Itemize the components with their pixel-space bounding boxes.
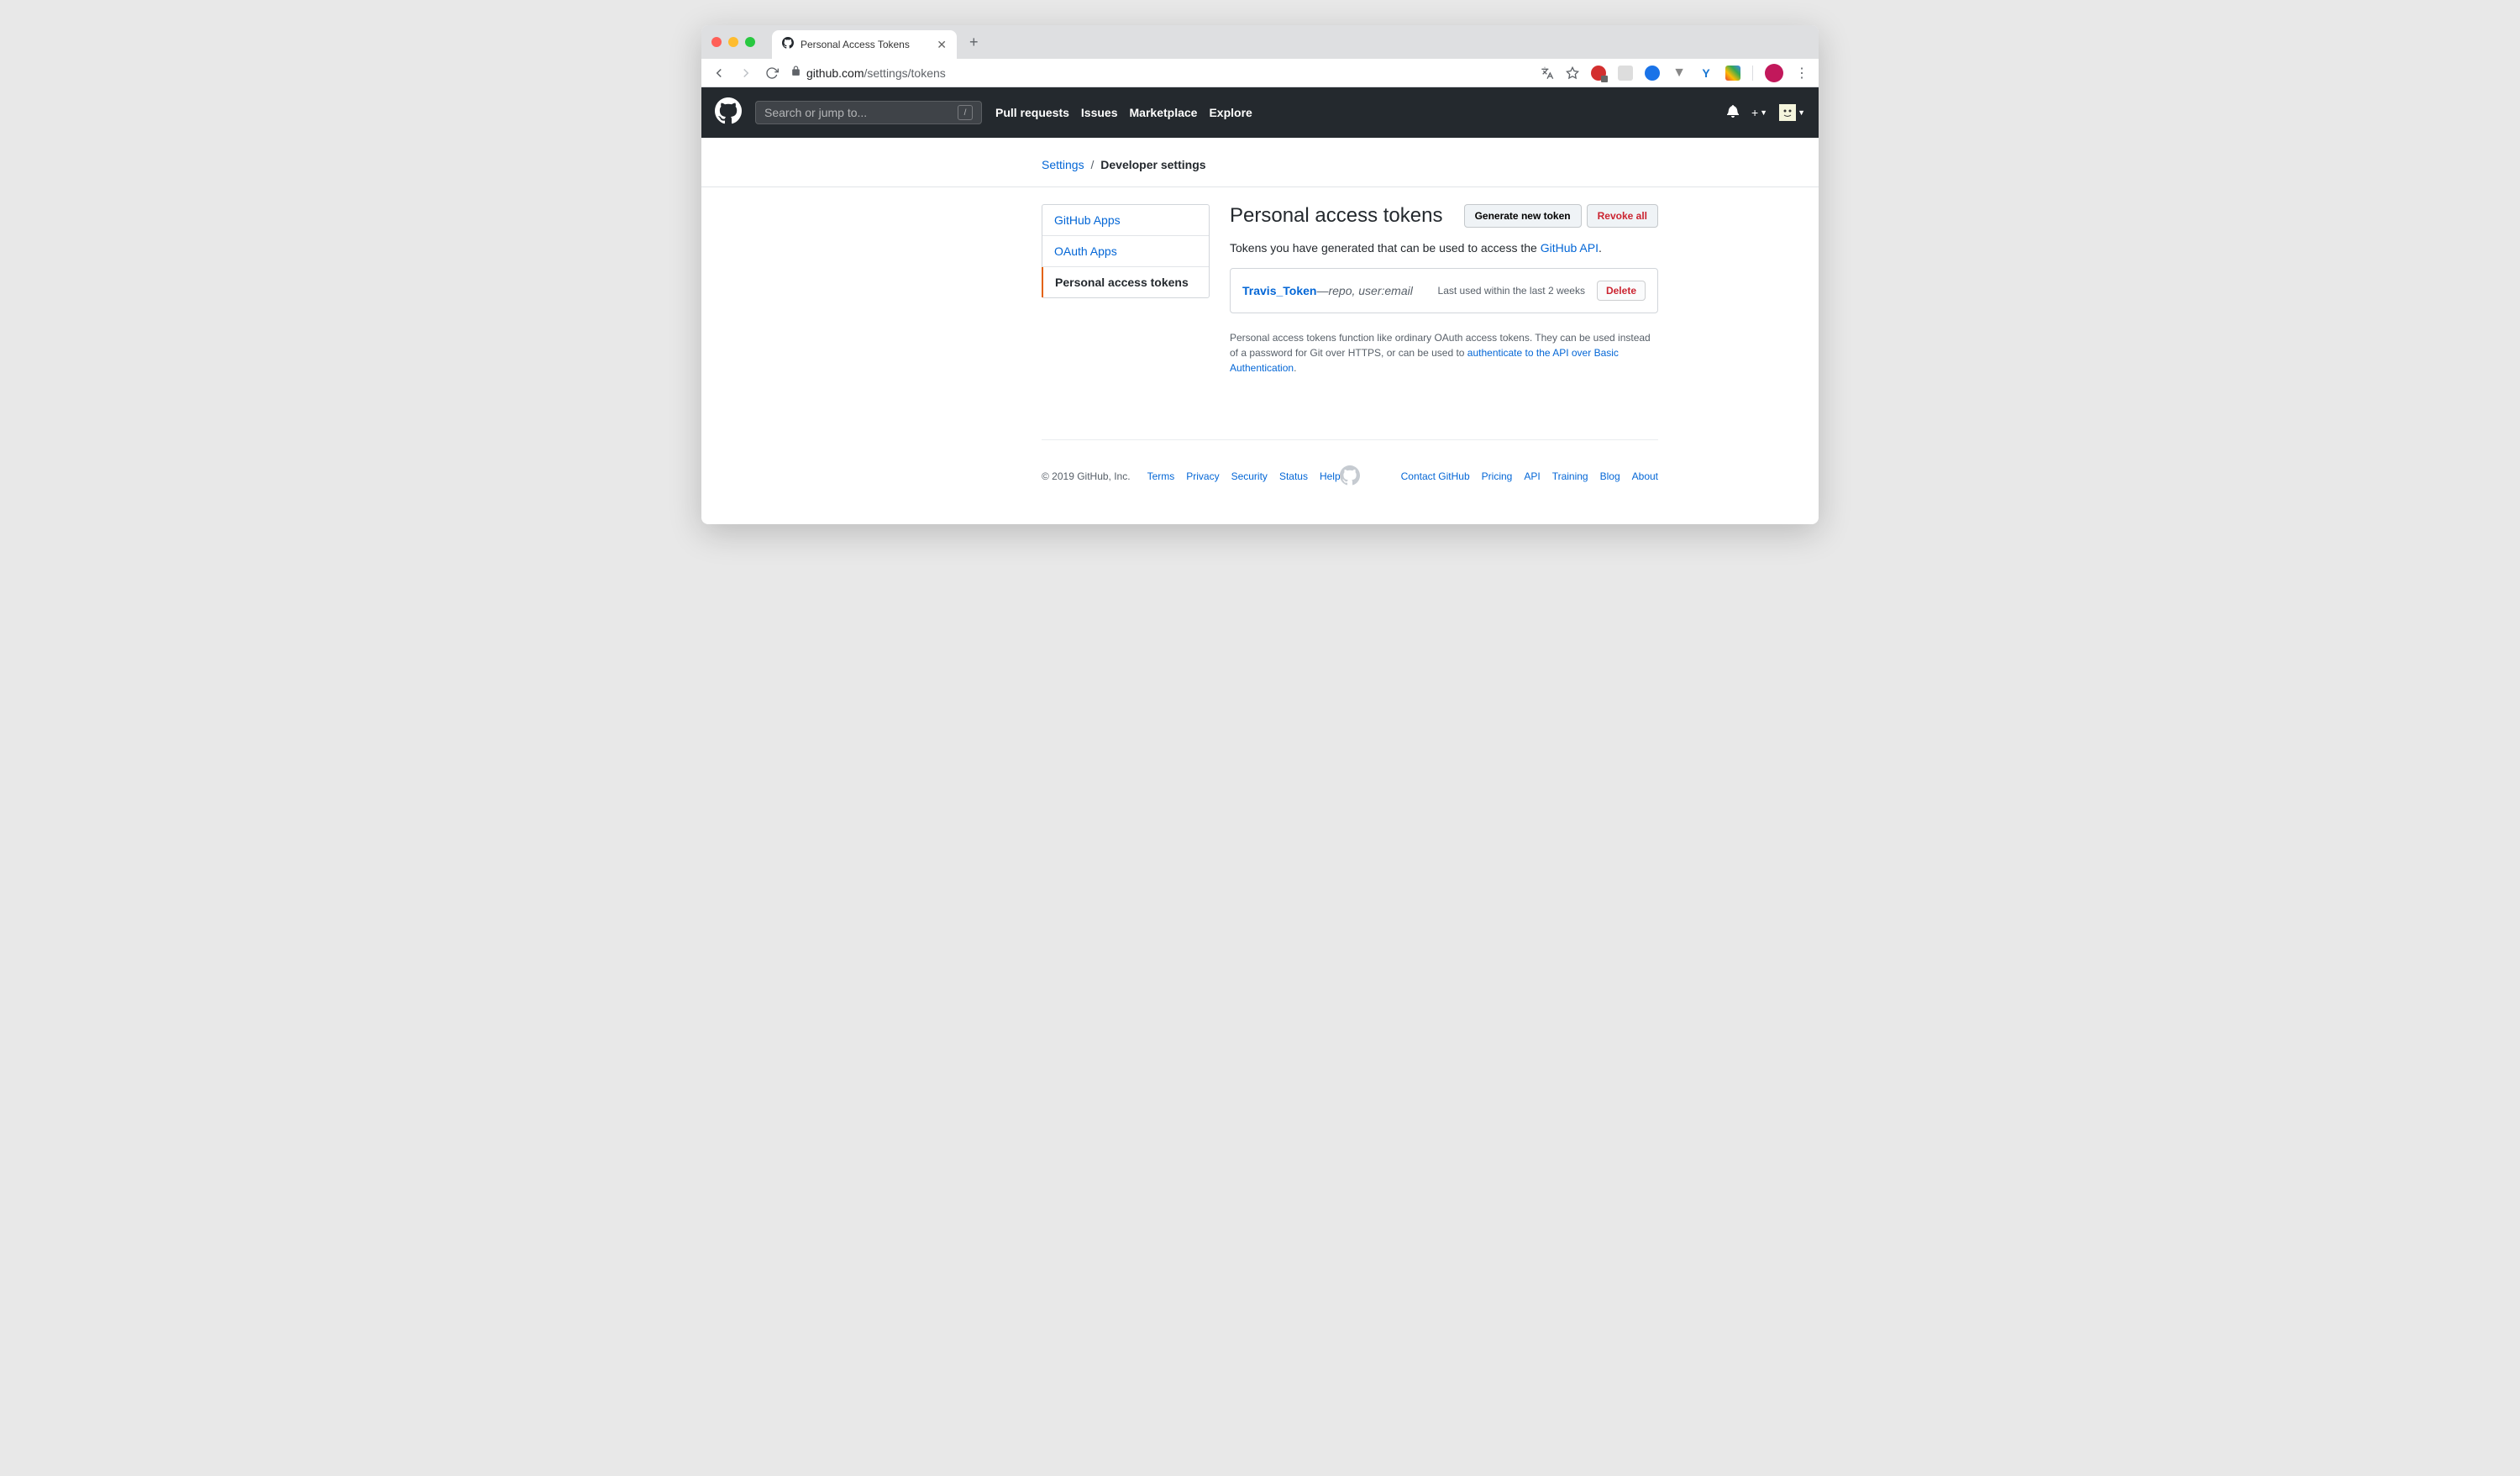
search-slash-hint: / bbox=[958, 105, 973, 120]
help-text-part2: . bbox=[1294, 362, 1296, 374]
breadcrumb: Settings / Developer settings bbox=[848, 138, 1672, 171]
extension-4[interactable]: ▼ bbox=[1672, 66, 1687, 81]
footer-terms[interactable]: Terms bbox=[1147, 470, 1175, 482]
browser-tab[interactable]: Personal Access Tokens ✕ bbox=[772, 30, 957, 59]
back-button[interactable] bbox=[711, 66, 727, 81]
user-menu[interactable]: ▼ bbox=[1779, 104, 1805, 121]
extension-6[interactable] bbox=[1725, 66, 1740, 81]
breadcrumb-settings[interactable]: Settings bbox=[1042, 158, 1084, 171]
nav-explore[interactable]: Explore bbox=[1209, 106, 1252, 119]
token-last-used: Last used within the last 2 weeks bbox=[1438, 285, 1585, 297]
token-name-link[interactable]: Travis_Token bbox=[1242, 284, 1316, 297]
page-title: Personal access tokens bbox=[1230, 204, 1464, 228]
token-dash: — bbox=[1316, 284, 1328, 297]
window-minimize[interactable] bbox=[728, 37, 738, 47]
nav-pull-requests[interactable]: Pull requests bbox=[995, 106, 1069, 119]
tab-title: Personal Access Tokens bbox=[801, 39, 930, 50]
sidebar-item-github-apps[interactable]: GitHub Apps bbox=[1042, 205, 1209, 236]
window-close[interactable] bbox=[711, 37, 722, 47]
sidebar-item-personal-access-tokens[interactable]: Personal access tokens bbox=[1042, 267, 1209, 297]
footer-training[interactable]: Training bbox=[1552, 470, 1588, 482]
footer-pricing[interactable]: Pricing bbox=[1482, 470, 1513, 482]
user-avatar bbox=[1779, 104, 1796, 121]
token-row: Travis_Token — repo, user:email Last use… bbox=[1230, 268, 1658, 313]
star-icon[interactable] bbox=[1566, 66, 1579, 80]
github-logo-icon[interactable] bbox=[715, 97, 742, 129]
footer-privacy[interactable]: Privacy bbox=[1186, 470, 1219, 482]
translate-icon[interactable] bbox=[1541, 66, 1554, 80]
token-scopes: repo, user:email bbox=[1328, 284, 1412, 297]
create-new-dropdown[interactable]: +▼ bbox=[1751, 106, 1767, 119]
extension-5[interactable]: Y bbox=[1698, 66, 1714, 81]
footer-api[interactable]: API bbox=[1524, 470, 1540, 482]
github-favicon bbox=[782, 37, 794, 53]
url-domain: github.com bbox=[806, 66, 864, 80]
window-maximize[interactable] bbox=[745, 37, 755, 47]
intro-period: . bbox=[1599, 241, 1602, 255]
breadcrumb-separator: / bbox=[1087, 158, 1097, 171]
browser-address-bar: github.com/settings/tokens ▼ Y ⋮ bbox=[701, 59, 1819, 87]
notifications-icon[interactable] bbox=[1726, 104, 1740, 122]
extension-icons: ▼ Y ⋮ bbox=[1541, 64, 1809, 82]
forward-button[interactable] bbox=[738, 66, 753, 81]
extension-3[interactable] bbox=[1645, 66, 1660, 81]
window-controls bbox=[711, 37, 755, 47]
footer: © 2019 GitHub, Inc. Terms Privacy Securi… bbox=[1042, 439, 1658, 524]
github-footer-logo-icon[interactable] bbox=[1340, 465, 1360, 488]
intro-text-part: Tokens you have generated that can be us… bbox=[1230, 241, 1541, 255]
footer-security[interactable]: Security bbox=[1231, 470, 1268, 482]
github-search[interactable]: / bbox=[755, 101, 982, 124]
footer-about[interactable]: About bbox=[1632, 470, 1658, 482]
search-input[interactable] bbox=[764, 106, 958, 119]
reload-button[interactable] bbox=[765, 66, 779, 80]
generate-new-token-button[interactable]: Generate new token bbox=[1464, 204, 1582, 228]
new-tab-button[interactable]: + bbox=[969, 34, 979, 51]
url-field[interactable]: github.com/settings/tokens bbox=[806, 66, 1541, 80]
url-path: /settings/tokens bbox=[864, 66, 945, 80]
intro-text: Tokens you have generated that can be us… bbox=[1230, 241, 1658, 255]
help-text: Personal access tokens function like ord… bbox=[1230, 330, 1658, 376]
extension-2[interactable] bbox=[1618, 66, 1633, 81]
browser-menu-icon[interactable]: ⋮ bbox=[1795, 65, 1809, 81]
tab-close-icon[interactable]: ✕ bbox=[937, 38, 947, 52]
footer-status[interactable]: Status bbox=[1279, 470, 1308, 482]
footer-contact[interactable]: Contact GitHub bbox=[1401, 470, 1470, 482]
breadcrumb-current: Developer settings bbox=[1100, 158, 1205, 171]
github-header: / Pull requests Issues Marketplace Explo… bbox=[701, 87, 1819, 138]
extension-1[interactable] bbox=[1591, 66, 1606, 81]
browser-tab-bar: Personal Access Tokens ✕ + bbox=[701, 25, 1819, 59]
copyright: © 2019 GitHub, Inc. bbox=[1042, 470, 1131, 482]
footer-help[interactable]: Help bbox=[1320, 470, 1341, 482]
nav-marketplace[interactable]: Marketplace bbox=[1130, 106, 1198, 119]
main-content: Personal access tokens Generate new toke… bbox=[1230, 204, 1658, 376]
footer-blog[interactable]: Blog bbox=[1600, 470, 1620, 482]
github-nav: Pull requests Issues Marketplace Explore bbox=[995, 106, 1252, 119]
revoke-all-button[interactable]: Revoke all bbox=[1587, 204, 1658, 228]
sidebar-item-oauth-apps[interactable]: OAuth Apps bbox=[1042, 236, 1209, 267]
delete-token-button[interactable]: Delete bbox=[1597, 281, 1646, 301]
separator bbox=[1752, 66, 1753, 81]
nav-issues[interactable]: Issues bbox=[1081, 106, 1118, 119]
profile-avatar[interactable] bbox=[1765, 64, 1783, 82]
github-api-link[interactable]: GitHub API bbox=[1541, 241, 1599, 255]
settings-sidebar: GitHub Apps OAuth Apps Personal access t… bbox=[1042, 204, 1210, 376]
secure-lock-icon[interactable] bbox=[790, 66, 801, 81]
